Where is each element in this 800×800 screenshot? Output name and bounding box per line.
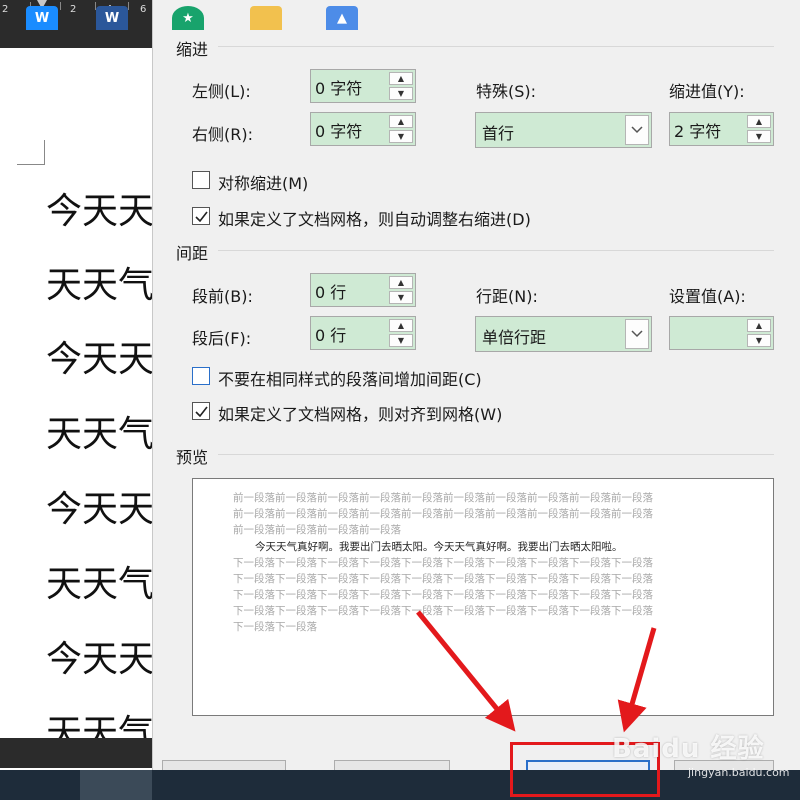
word-icon[interactable]: W (96, 6, 128, 30)
no-space-same-style-checkbox[interactable] (192, 367, 210, 385)
spin-up-icon[interactable]: ▲ (389, 276, 413, 289)
spin-up-icon[interactable]: ▲ (389, 115, 413, 128)
space-before-value[interactable]: 0 行 (315, 279, 346, 303)
space-before-label: 段前(B): (192, 287, 253, 306)
document-line[interactable]: 今天天 (46, 630, 152, 682)
horizontal-ruler: 2 2 4 6 (0, 0, 152, 22)
preview-current-paragraph: 今天天气真好啊。我要出门去晒太阳。今天天气真好啊。我要出门去晒太阳啦。 (255, 541, 623, 553)
document-line[interactable]: 天天气 (46, 405, 152, 457)
space-after-value[interactable]: 0 行 (315, 322, 346, 346)
ruler-tick: 2 (2, 4, 9, 15)
section-divider (218, 454, 774, 455)
mirror-indent-label[interactable]: 对称缩进(M) (218, 170, 308, 194)
preview-next-line: 下一段落下一段落下一段落下一段落下一段落下一段落下一段落下一段落下一段落下一段落 (233, 589, 653, 601)
spacing-section-title: 间距 (176, 244, 209, 263)
status-bar (0, 738, 152, 768)
preview-prev-line: 前一段落前一段落前一段落前一段落前一段落前一段落前一段落前一段落前一段落前一段落 (233, 508, 653, 520)
left-indent-stepper[interactable]: 0 字符 ▲ ▼ (310, 69, 416, 103)
special-indent-label: 特殊(S): (476, 82, 537, 101)
document-line[interactable]: 今天天 (46, 330, 152, 382)
preview-prev-line: 前一段落前一段落前一段落前一段落前一段落前一段落前一段落前一段落前一段落前一段落 (233, 492, 653, 504)
spin-down-icon[interactable]: ▼ (747, 334, 771, 347)
right-indent-label: 右侧(R): (192, 125, 253, 144)
no-space-same-style-label[interactable]: 不要在相同样式的段落间增加间距(C) (218, 366, 482, 390)
left-indent-value[interactable]: 0 字符 (315, 75, 362, 99)
spin-down-icon[interactable]: ▼ (389, 334, 413, 347)
checkmark-icon (194, 211, 208, 222)
spin-down-icon[interactable]: ▼ (389, 130, 413, 143)
spin-up-icon[interactable]: ▲ (389, 319, 413, 332)
star-app-icon[interactable]: ★ (172, 6, 204, 30)
wps-icon[interactable]: W (26, 6, 58, 30)
setting-value-stepper[interactable]: ▲ ▼ (669, 316, 774, 350)
indent-value-stepper[interactable]: 2 字符 ▲ ▼ (669, 112, 774, 146)
section-divider (218, 250, 774, 251)
indent-section-title: 缩进 (176, 40, 209, 59)
indent-value-label: 缩进值(Y): (669, 82, 745, 101)
spin-down-icon[interactable]: ▼ (389, 291, 413, 304)
line-spacing-select[interactable]: 单倍行距 (475, 316, 652, 352)
preview-next-line: 下一段落下一段落 (233, 621, 317, 633)
spin-up-icon[interactable]: ▲ (747, 319, 771, 332)
watermark-url: jingyan.baidu.com (688, 766, 790, 779)
watermark-logo: Baidu 经验 (612, 734, 765, 764)
snap-to-grid-label[interactable]: 如果定义了文档网格，则对齐到网格(W) (218, 401, 502, 425)
auto-adjust-right-indent-label[interactable]: 如果定义了文档网格，则自动调整右缩进(D) (218, 206, 531, 230)
document-line[interactable]: 今天天 (46, 182, 152, 234)
ruler-shadow (0, 22, 152, 48)
ruler-tick: 2 (70, 4, 77, 15)
spin-down-icon[interactable]: ▼ (389, 87, 413, 100)
preview-prev-line: 前一段落前一段落前一段落前一段落 (233, 524, 401, 536)
margin-corner-mark (17, 140, 45, 165)
preview-next-line: 下一段落下一段落下一段落下一段落下一段落下一段落下一段落下一段落下一段落下一段落 (233, 573, 653, 585)
space-before-stepper[interactable]: 0 行 ▲ ▼ (310, 273, 416, 307)
special-indent-value[interactable]: 首行 (482, 120, 514, 144)
chevron-down-icon[interactable] (625, 319, 649, 349)
taskbar-active-indicator (80, 770, 152, 800)
document-line[interactable]: 今天天 (46, 480, 152, 532)
photos-icon[interactable]: ▲ (326, 6, 358, 30)
document-line[interactable]: 天天气 (46, 555, 152, 607)
line-spacing-value[interactable]: 单倍行距 (482, 324, 546, 348)
right-indent-value[interactable]: 0 字符 (315, 118, 362, 142)
document-line[interactable]: 天天气 (46, 704, 152, 738)
spin-up-icon[interactable]: ▲ (389, 72, 413, 85)
section-divider (218, 46, 774, 47)
preview-section-title: 预览 (176, 448, 209, 467)
line-spacing-label: 行距(N): (476, 287, 538, 306)
document-line[interactable]: 天天气 (46, 256, 152, 308)
special-indent-select[interactable]: 首行 (475, 112, 652, 148)
preview-box: 前一段落前一段落前一段落前一段落前一段落前一段落前一段落前一段落前一段落前一段落… (192, 478, 774, 716)
space-after-label: 段后(F): (192, 329, 252, 348)
chevron-down-icon[interactable] (625, 115, 649, 145)
right-indent-stepper[interactable]: 0 字符 ▲ ▼ (310, 112, 416, 146)
snap-to-grid-checkbox[interactable] (192, 402, 210, 420)
space-after-stepper[interactable]: 0 行 ▲ ▼ (310, 316, 416, 350)
setting-value-label: 设置值(A): (669, 287, 746, 306)
indent-value[interactable]: 2 字符 (674, 118, 721, 142)
auto-adjust-right-indent-checkbox[interactable] (192, 207, 210, 225)
document-page[interactable]: 今天天 天天气 今天天 天天气 今天天 天天气 今天天 天天气 (0, 48, 152, 738)
mirror-indent-checkbox[interactable] (192, 171, 210, 189)
checkmark-icon (194, 406, 208, 417)
preview-next-line: 下一段落下一段落下一段落下一段落下一段落下一段落下一段落下一段落下一段落下一段落 (233, 605, 653, 617)
ruler-tick: 6 (140, 4, 147, 15)
spin-down-icon[interactable]: ▼ (747, 130, 771, 143)
spin-up-icon[interactable]: ▲ (747, 115, 771, 128)
preview-next-line: 下一段落下一段落下一段落下一段落下一段落下一段落下一段落下一段落下一段落下一段落 (233, 557, 653, 569)
folder-icon[interactable] (250, 6, 282, 30)
left-indent-label: 左侧(L): (192, 82, 251, 101)
